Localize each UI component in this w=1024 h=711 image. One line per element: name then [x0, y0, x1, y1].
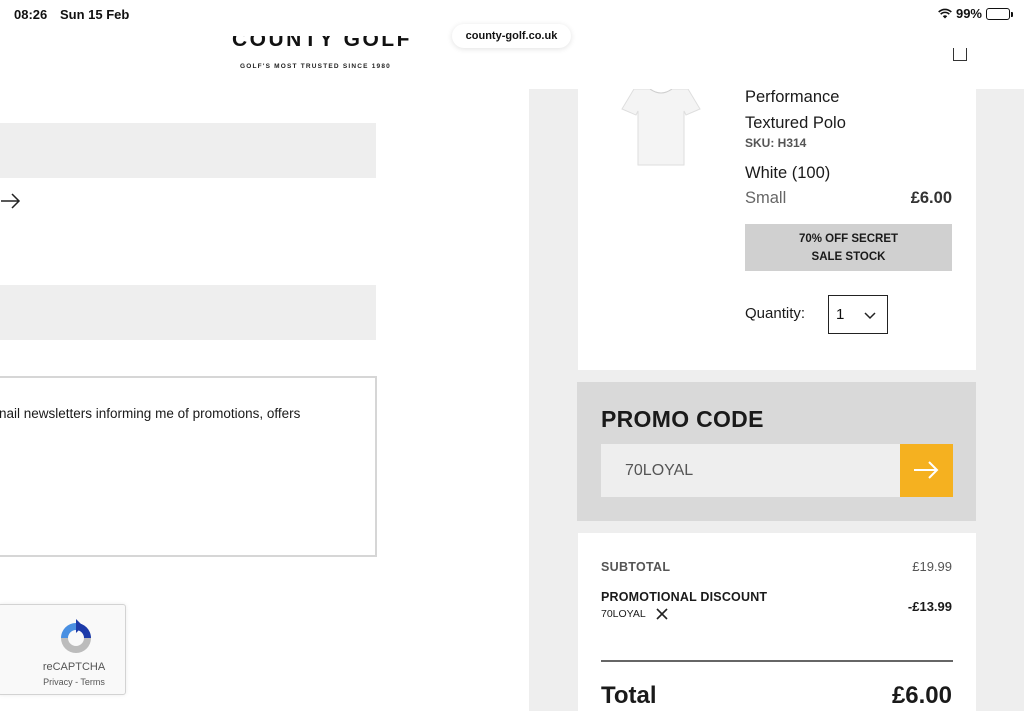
recaptcha-icon — [57, 619, 95, 657]
quantity-value: 1 — [836, 306, 845, 323]
sale-badge: 70% OFF SECRET SALE STOCK — [745, 224, 952, 271]
product-size: Small — [745, 189, 787, 207]
status-time: 08:26 — [14, 7, 48, 22]
recaptcha-label: reCAPTCHA — [42, 661, 106, 673]
shopping-bag-icon[interactable] — [953, 48, 967, 61]
quantity-select[interactable]: 1 — [828, 295, 888, 334]
status-indicators: 99% — [938, 6, 1013, 21]
subtotal-label: SUBTOTAL — [601, 560, 671, 574]
sale-badge-line2: SALE STOCK — [811, 251, 886, 263]
total-value: £6.00 — [891, 682, 952, 709]
quantity-label: Quantity: — [745, 305, 806, 322]
recaptcha-widget[interactable]: reCAPTCHA Privacy - Terms — [0, 604, 126, 695]
sale-badge-line1: 70% OFF SECRET — [798, 233, 899, 245]
logo-tagline: GOLF'S MOST TRUSTED SINCE 1980 — [240, 63, 391, 70]
product-sku: SKU: H314 — [745, 136, 807, 150]
total-label: Total — [601, 682, 657, 709]
battery-percent: 99% — [955, 6, 982, 21]
discount-label: PROMOTIONAL DISCOUNT — [601, 590, 768, 604]
wifi-icon — [938, 8, 952, 19]
product-image[interactable] — [620, 88, 702, 167]
totals-divider — [601, 660, 953, 662]
status-date: Sun 15 Feb — [60, 7, 130, 22]
url-bar[interactable]: county-golf.co.uk — [452, 24, 571, 48]
newsletter-consent-box[interactable]: nail newsletters informing me of promoti… — [0, 376, 377, 557]
discount-code: 70LOYAL — [601, 608, 646, 620]
arrow-right-icon — [914, 461, 939, 479]
promo-submit-button[interactable] — [900, 444, 953, 497]
form-field-2[interactable] — [0, 285, 376, 340]
promo-code-title: PROMO CODE — [601, 406, 764, 432]
product-name-line2[interactable]: Textured Polo — [745, 114, 846, 133]
logo-wordmark: COUNTY GOLF — [232, 36, 412, 51]
close-icon[interactable] — [655, 607, 669, 621]
subtotal-value: £19.99 — [912, 559, 952, 574]
site-logo[interactable]: COUNTY GOLF GOLF'S MOST TRUSTED SINCE 19… — [232, 36, 412, 72]
product-name-line1[interactable]: Performance — [745, 88, 839, 107]
newsletter-consent-text: nail newsletters informing me of promoti… — [0, 406, 301, 421]
form-field-1[interactable] — [0, 123, 376, 178]
product-price: £6.00 — [910, 189, 952, 207]
battery-icon — [986, 7, 1013, 20]
product-colour: White (100) — [745, 164, 831, 182]
discount-value: -£13.99 — [907, 599, 952, 614]
chevron-down-icon — [863, 308, 877, 320]
recaptcha-links[interactable]: Privacy - Terms — [0, 677, 125, 687]
promo-code-input[interactable] — [601, 444, 900, 497]
arrow-right-icon[interactable] — [0, 190, 24, 212]
